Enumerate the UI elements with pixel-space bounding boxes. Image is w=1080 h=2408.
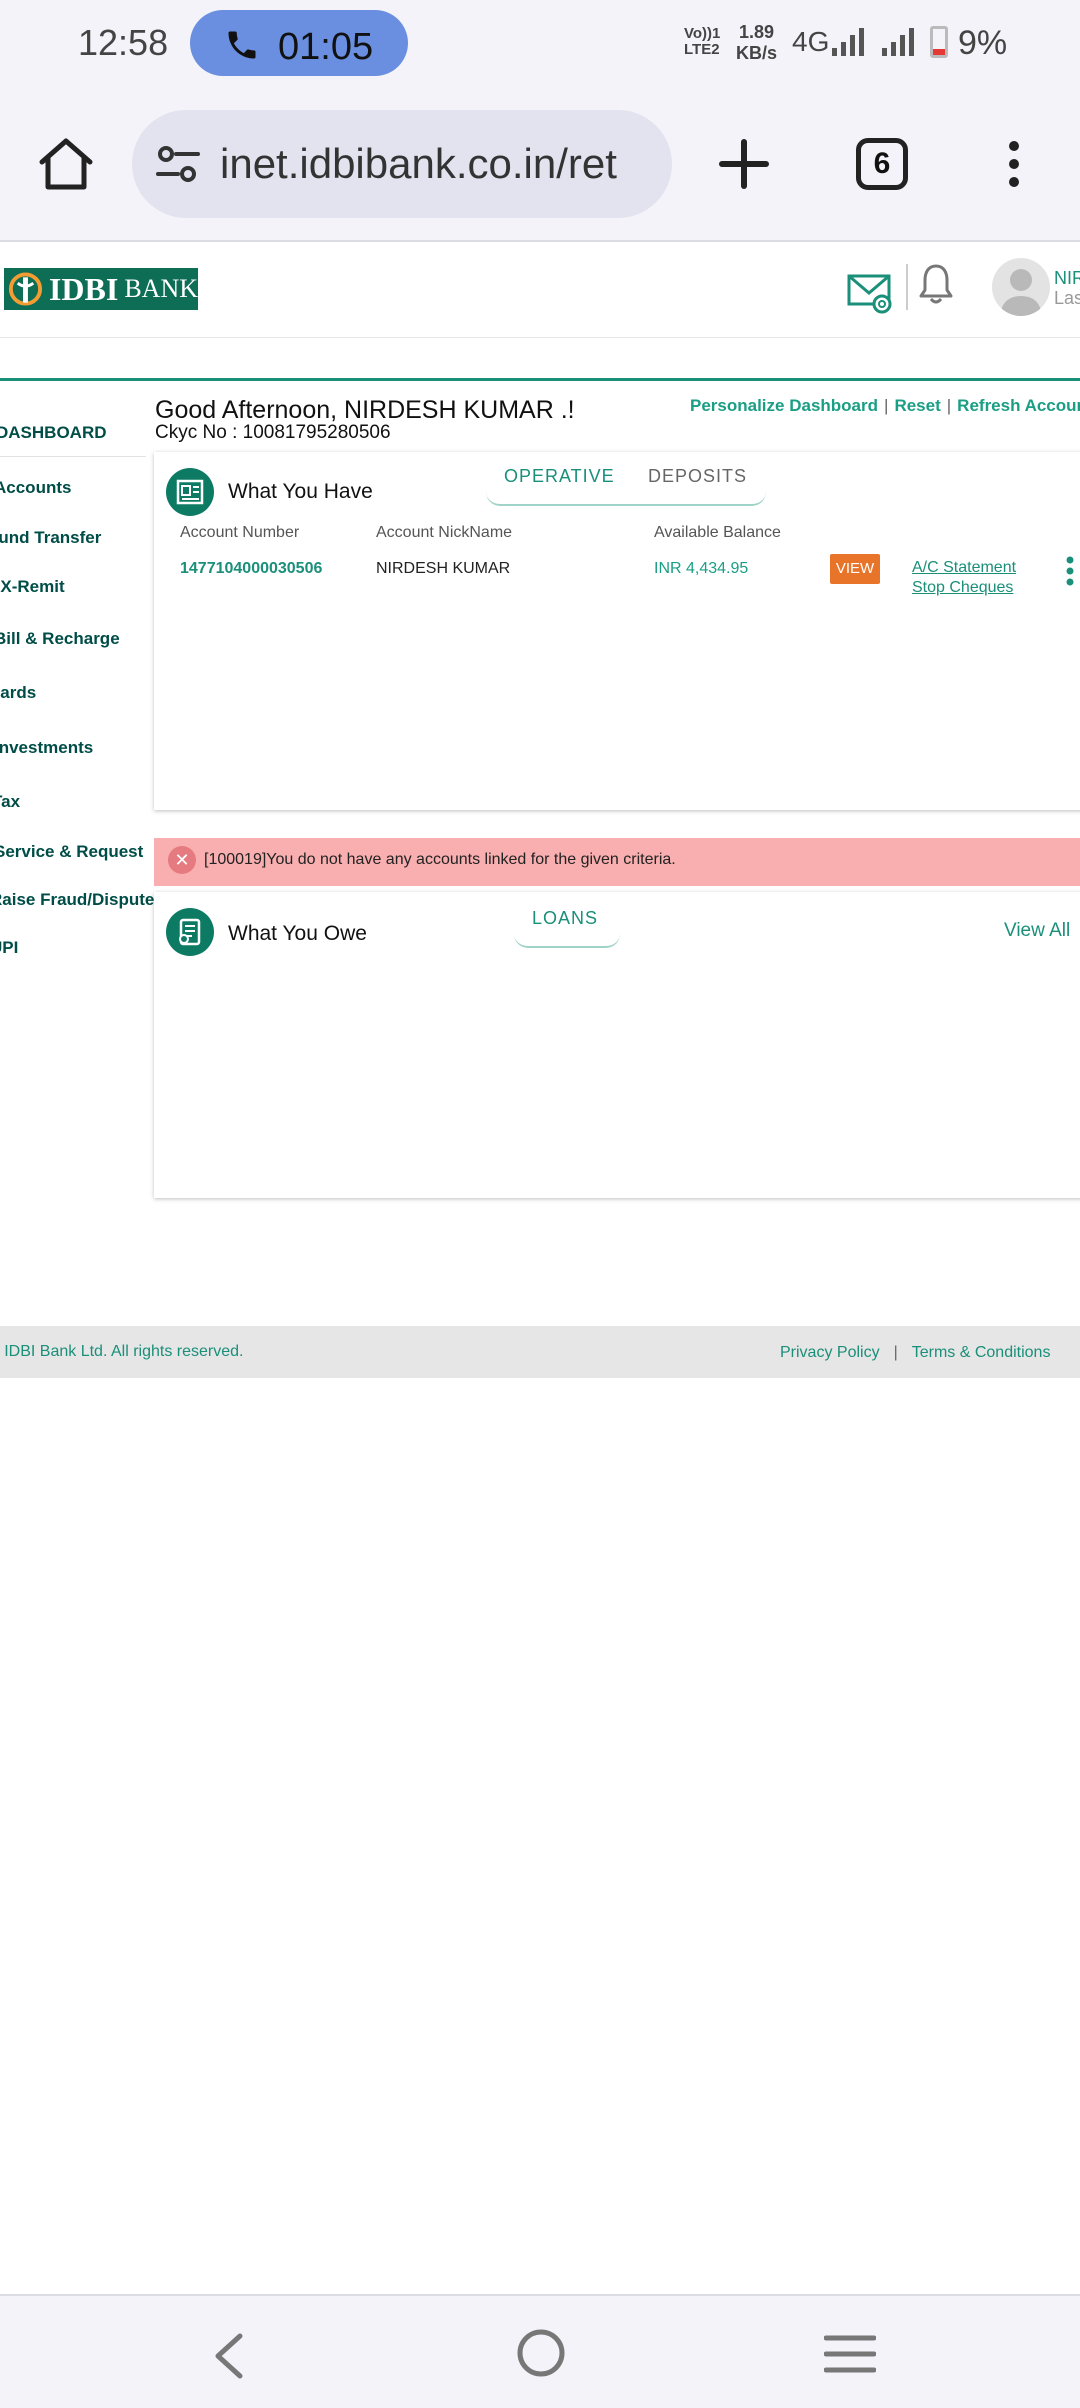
logo-suffix: BANK <box>124 274 198 303</box>
address-bar[interactable]: inet.idbibank.co.in/ret <box>132 110 672 218</box>
signal-icon <box>832 28 864 56</box>
ac-statement-link[interactable]: A/C Statement <box>912 558 1016 578</box>
account-number[interactable]: 1477104000030506 <box>180 560 322 578</box>
user-silhouette-icon <box>1000 269 1042 316</box>
home-nav-icon[interactable] <box>516 2328 566 2378</box>
sidebar-item-dashboard[interactable]: DASHBOARD <box>0 423 107 443</box>
tab-deposits[interactable]: DEPOSITS <box>648 466 747 487</box>
ongoing-call-chip[interactable]: 01:05 <box>190 10 408 76</box>
greeting-text: Good Afternoon, NIRDESH KUMAR .! <box>155 396 575 424</box>
terms-conditions-link[interactable]: Terms & Conditions <box>912 1344 1051 1361</box>
what-you-owe-card: What You Owe LOANS View All <box>154 892 1080 1198</box>
stop-cheques-link[interactable]: Stop Cheques <box>912 578 1016 598</box>
idbi-emblem-icon <box>8 272 43 306</box>
sidebar-item-investments[interactable]: Investments <box>0 738 93 758</box>
sidebar-item-cards[interactable]: Cards <box>0 683 36 703</box>
sidebar-item-service-request[interactable]: Service & Request <box>0 842 143 862</box>
view-balance-button[interactable]: VIEW <box>830 554 880 584</box>
col-available-balance: Available Balance <box>654 524 781 541</box>
reset-link[interactable]: Reset <box>894 396 940 415</box>
sidebar-item-accounts[interactable]: Accounts <box>0 478 71 498</box>
mail-icon[interactable] <box>846 266 894 314</box>
logo-text: IDBI <box>48 270 119 307</box>
home-icon[interactable] <box>36 136 96 192</box>
ckyc-number: Ckyc No : 10081795280506 <box>155 422 391 443</box>
last-login-label: Las <box>1054 288 1080 308</box>
user-name[interactable]: NIR <box>1054 268 1080 289</box>
sidebar-item-raise-fraud-dispute[interactable]: Raise Fraud/Dispute <box>0 890 154 910</box>
loan-tabs: LOANS <box>514 892 620 948</box>
bank-header: IDBI BANK NIR Las <box>0 244 1080 338</box>
what-you-owe-title: What You Owe <box>228 922 367 945</box>
privacy-policy-link[interactable]: Privacy Policy <box>780 1344 880 1361</box>
call-timer: 01:05 <box>278 26 374 68</box>
sidebar-item-upi[interactable]: UPI <box>0 938 18 958</box>
user-avatar[interactable] <box>992 258 1050 316</box>
system-nav-bar <box>0 2294 1080 2408</box>
col-account-number: Account Number <box>180 524 300 541</box>
what-you-have-card: What You Have OPERATIVE DEPOSITS Account… <box>154 452 1080 810</box>
error-message: [100019]You do not have any accounts lin… <box>204 851 676 868</box>
copyright-text: © IDBI Bank Ltd. All rights reserved. <box>0 1343 244 1360</box>
tab-switcher-button[interactable]: 6 <box>856 138 908 190</box>
account-type-tabs: OPERATIVE DEPOSITS <box>486 452 766 506</box>
tab-loans[interactable]: LOANS <box>532 908 598 929</box>
liabilities-icon <box>166 908 214 956</box>
sidebar-item-fx-remit[interactable]: FX-Remit <box>0 577 65 597</box>
col-account-nickname: Account NickName <box>376 524 513 541</box>
browser-toolbar: inet.idbibank.co.in/ret 6 <box>0 88 1080 242</box>
network-type: 4G <box>792 26 830 57</box>
footer-links: Privacy Policy | Terms & Conditions <box>780 1344 1051 1361</box>
battery-percent: 9% <box>958 24 1008 62</box>
signal-icon <box>882 28 914 56</box>
close-icon[interactable]: ✕ <box>168 846 196 874</box>
available-balance: INR 4,434.95 <box>654 560 749 577</box>
dashboard-links: Personalize Dashboard | Reset | Refresh Acco… <box>690 396 1080 416</box>
more-options-icon[interactable] <box>1000 140 1028 188</box>
idbi-logo[interactable]: IDBI BANK <box>4 268 198 310</box>
sidebar-item-tax[interactable]: Tax <box>0 792 20 812</box>
tab-operative[interactable]: OPERATIVE <box>504 466 615 487</box>
account-actions: A/C Statement Stop Cheques <box>912 558 1016 598</box>
recents-menu-icon[interactable] <box>824 2334 876 2374</box>
notification-bell-icon[interactable] <box>918 262 954 306</box>
header-rule <box>0 378 1080 381</box>
status-bar: 12:58 01:05 Vo))1 LTE2 1.89 KB/s 4G 9% <box>0 0 1080 88</box>
new-tab-icon[interactable] <box>718 138 770 190</box>
row-more-icon[interactable] <box>1064 556 1076 586</box>
sidebar-item-fund-transfer[interactable]: Fund Transfer <box>0 528 101 548</box>
what-you-have-title: What You Have <box>228 480 373 503</box>
back-icon[interactable] <box>210 2332 246 2380</box>
assets-icon <box>166 468 214 516</box>
sidebar-item-bill-recharge[interactable]: Bill & Recharge <box>0 629 120 649</box>
site-settings-icon[interactable] <box>156 144 200 184</box>
personalize-dashboard-link[interactable]: Personalize Dashboard <box>690 396 878 415</box>
refresh-accounts-link[interactable]: Refresh Accounts <box>957 396 1080 415</box>
volte-indicator: Vo))1 LTE2 <box>684 25 721 58</box>
url-text: inet.idbibank.co.in/ret <box>220 140 617 187</box>
page-footer: © IDBI Bank Ltd. All rights reserved. Pr… <box>0 1326 1080 1378</box>
error-banner: ✕ [100019]You do not have any accounts l… <box>154 838 1080 886</box>
battery-icon <box>930 26 948 58</box>
header-divider <box>906 264 908 310</box>
phone-icon <box>228 31 256 59</box>
network-speed: 1.89 KB/s <box>736 22 778 63</box>
sidebar-divider <box>0 456 146 457</box>
status-time: 12:58 <box>78 22 169 63</box>
account-nickname: NIRDESH KUMAR <box>376 560 511 577</box>
view-all-link[interactable]: View All <box>1004 920 1070 942</box>
